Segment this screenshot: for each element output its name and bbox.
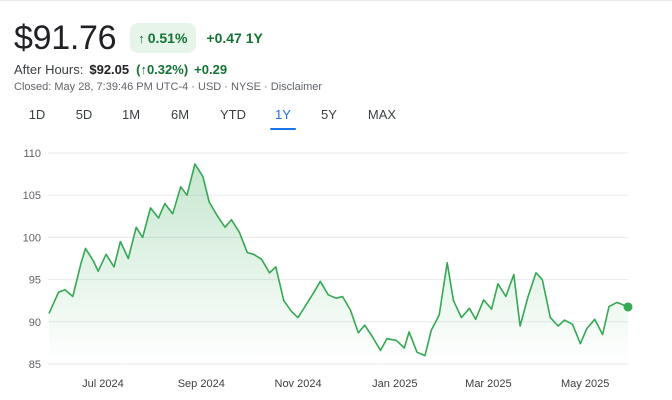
x-tick-label: May 2025 (561, 378, 609, 390)
x-tick-label: Mar 2025 (465, 378, 511, 390)
y-tick-label: 100 (23, 232, 41, 244)
y-tick-label: 85 (29, 359, 41, 371)
x-tick-label: Nov 2024 (275, 378, 322, 390)
x-tick-label: Jan 2025 (372, 378, 417, 390)
price-area-fill (49, 164, 628, 364)
x-tick-label: Sep 2024 (178, 378, 225, 390)
y-tick-label: 105 (23, 190, 41, 202)
last-price-dot (623, 302, 633, 312)
y-tick-label: 90 (29, 317, 41, 329)
x-tick-label: Jul 2024 (82, 378, 124, 390)
price-chart[interactable]: 85 90 95 100 105 110 Jul 2024 Sep 2024 Nov 2024… (0, 0, 672, 400)
y-tick-label: 110 (23, 148, 41, 160)
y-tick-label: 95 (29, 275, 41, 287)
